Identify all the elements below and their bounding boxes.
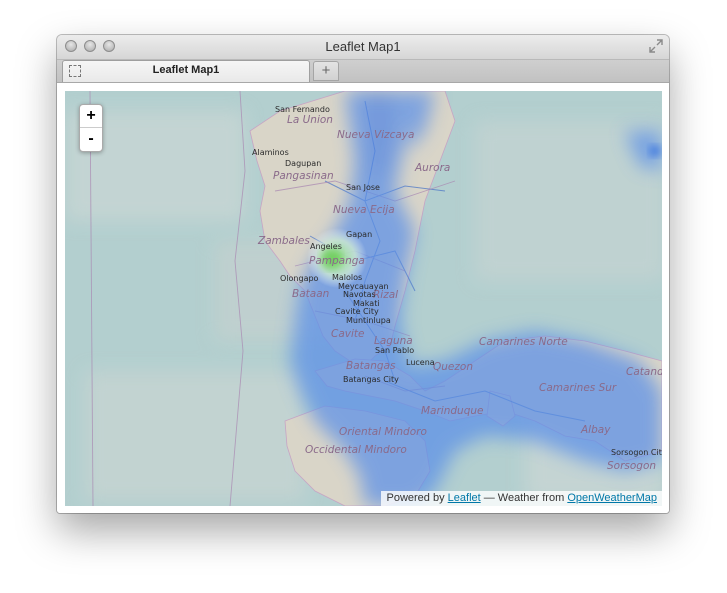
map-attribution: Powered by Leaflet — Weather from OpenWe… [380,491,662,506]
region-label: Occidental Mindoro [305,444,407,456]
attribution-prefix: Powered by [386,492,445,504]
region-label: Sorsogon [607,460,656,472]
tab-leaflet-map1[interactable]: Leaflet Map1 [62,60,310,82]
region-label: Cavite [331,328,364,340]
region-label: Nueva Vizcaya [337,129,414,141]
region-label: Catand [626,366,662,378]
region-label: Aurora [414,162,450,174]
leaflet-link[interactable]: Leaflet [448,492,481,504]
map-tiles: La Union Nueva Vizcaya Pangasinan Aurora… [65,91,662,506]
region-label: Pangasinan [273,170,334,182]
region-label: Bataan [292,288,329,300]
region-label: Camarines Norte [479,336,568,348]
place-label: Alaminos [252,148,289,157]
region-label: Camarines Sur [539,382,617,394]
region-label: Batangas [346,360,396,372]
place-label: Olongapo [280,274,319,283]
attribution-separator: — Weather from [483,492,565,504]
place-label: Batangas City [343,375,399,384]
region-label: Oriental Mindoro [339,426,427,438]
zoom-out-button[interactable]: - [80,127,102,150]
place-label: Navotas [343,290,376,299]
window-title: Leaflet Map1 [325,39,401,54]
title-bar: Leaflet Map1 [57,35,669,60]
place-label: San Jose [346,183,380,192]
place-label: Muntinlupa [346,316,391,325]
region-label: Nueva Ecija [333,204,395,216]
place-label: Lucena [406,358,435,367]
app-window: Leaflet Map1 Leaflet Map1 + La Union Nue… [57,35,669,513]
region-label: Quezon [433,361,473,373]
new-tab-button[interactable]: + [313,61,339,81]
place-label: Dagupan [285,159,321,168]
place-label: Malolos [332,273,362,282]
tab-label: Leaflet Map1 [152,64,220,76]
region-label: Zambales [257,235,310,247]
place-label: Angeles [310,242,342,251]
zoom-in-button[interactable]: + [80,105,102,127]
content-area: La Union Nueva Vizcaya Pangasinan Aurora… [57,83,669,513]
place-label: Cavite City [335,307,379,316]
tab-bar: Leaflet Map1 + [57,60,669,83]
place-label: Gapan [346,230,372,239]
region-label: Pampanga [309,255,365,267]
fullscreen-icon[interactable] [649,39,663,53]
zoom-control: + - [79,104,103,152]
region-label: Albay [580,424,611,436]
leaflet-map[interactable]: La Union Nueva Vizcaya Pangasinan Aurora… [65,91,662,506]
place-label: Sorsogon City [611,448,662,457]
region-label: La Union [287,114,333,126]
openweathermap-link[interactable]: OpenWeatherMap [567,492,657,504]
place-label: San Pablo [375,346,414,355]
place-label: San Fernando [275,105,330,114]
region-label: Marinduque [421,405,483,417]
